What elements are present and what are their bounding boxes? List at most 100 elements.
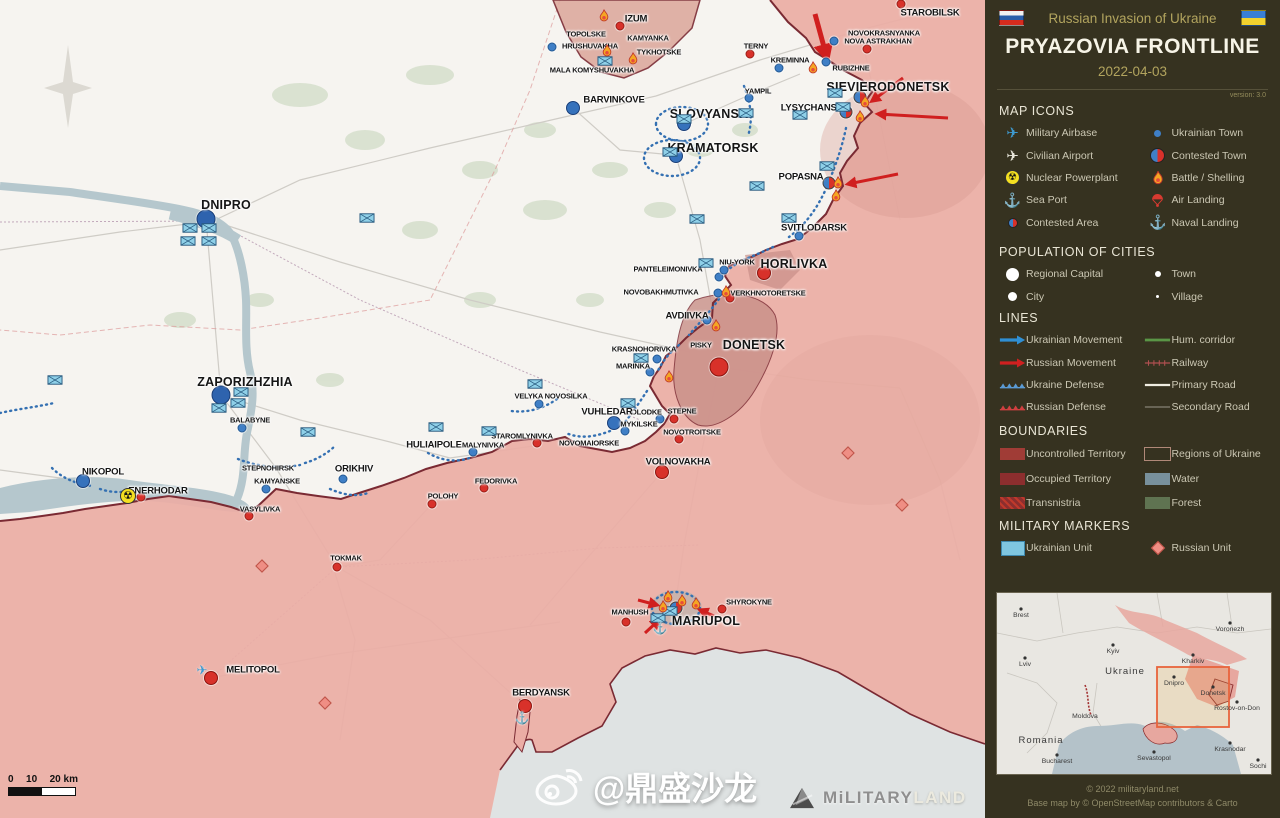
legend-item-label: Ukrainian Movement: [1026, 334, 1122, 346]
legend-sidebar: Russian Invasion of Ukraine PRYAZOVIA FR…: [985, 0, 1280, 818]
legend-item-label: Village: [1171, 291, 1202, 303]
legend-row: Ukrainian Movement: [999, 329, 1144, 351]
legend-item-label: Air Landing: [1171, 194, 1224, 206]
inset-city-dot: [1111, 643, 1114, 646]
militaryland-logo: MiLITARYLAND: [788, 786, 967, 810]
city-label: HULIAIPOLE: [406, 440, 462, 451]
naval-landing-icon: ⚓: [1144, 214, 1171, 231]
inset-city-dot: [1055, 753, 1058, 756]
railway-icon: [1144, 358, 1171, 368]
ukrainian-unit-marker: [820, 161, 835, 171]
city-label: SIEVIERODONETSK: [826, 80, 949, 94]
inset-label: Donetsk: [1201, 690, 1227, 697]
ukrainian-unit-marker: [429, 422, 444, 432]
legend-row: City: [999, 285, 1144, 307]
map-credits: © 2022 militaryland.net Base map by © Op…: [985, 782, 1280, 810]
city-label: VASYLIVKA: [240, 505, 281, 514]
scale-bar: 0 10 20 km: [8, 774, 78, 796]
legend-item-label: Russian Unit: [1171, 542, 1231, 554]
map-title: PRYAZOVIA FRONTLINE: [985, 35, 1280, 59]
city-label: VUHLEDAR: [581, 407, 632, 418]
legend-item-label: Nuclear Powerplant: [1026, 172, 1118, 184]
inset-label: Krasnodar: [1214, 746, 1246, 753]
battle-shelling-marker: [628, 52, 639, 65]
city-dot-balabyne: [238, 424, 247, 433]
ukrainian-unit-marker: [181, 236, 196, 246]
ua-defense-icon: [999, 380, 1026, 390]
legend-item-label: Town: [1171, 268, 1196, 280]
pryazovia-frontline-map-image: STAROBILSKIZUMTOPOLSKEKAMYANKATYKHOTSKEH…: [0, 0, 1280, 818]
inset-label: Moldova: [1072, 713, 1098, 720]
russian-unit-marker: [318, 696, 333, 711]
legend-row: Air Landing: [1144, 189, 1272, 211]
city-label: MALA KOMYSHUVAKHA: [550, 66, 635, 75]
inset-label: Ukraine: [1105, 666, 1145, 677]
city-dot-stepne: [670, 415, 679, 424]
scale-10: 10: [26, 774, 37, 785]
brand-land: LAND: [913, 788, 966, 807]
city-dot-rubizhne: [822, 58, 831, 67]
legend-row: Ukrainian Town: [1144, 122, 1272, 144]
inset-label: Rostov-on-Don: [1214, 705, 1260, 712]
city-dot-shyrokyne: [718, 605, 727, 614]
city-label: TYKHOTSKE: [637, 48, 681, 57]
ru-defense-icon: [999, 402, 1026, 412]
city-label: BALABYNE: [230, 416, 270, 425]
inset-focus-rect: [1157, 667, 1229, 727]
inset-label: Lviv: [1019, 661, 1032, 668]
ukraine-overview-inset: BrestVoronezhKyivKharkivLvivUkraineDnipr…: [996, 592, 1272, 775]
city-label: POPASNA: [779, 172, 824, 183]
legend-row: Ukrainian Unit: [999, 537, 1144, 559]
russian-unit-marker: [255, 559, 270, 574]
legend-row: Ukraine Defense: [999, 374, 1144, 396]
nuclear-powerplant-marker: ☢: [120, 488, 136, 504]
ukrainian-unit-marker: [634, 353, 649, 363]
sw-occupied-icon: [999, 473, 1026, 485]
battle-shelling-marker: [711, 319, 722, 332]
weibo-watermark: @鼎盛沙龙: [533, 762, 757, 810]
legend-item-label: Occupied Territory: [1026, 473, 1111, 485]
city-label: KAMYANKA: [627, 34, 668, 43]
legend-row: Secondary Road: [1144, 396, 1272, 418]
sea-port-icon: ⚓: [999, 192, 1026, 209]
legend-item-label: Transnistria: [1026, 497, 1080, 509]
city-label: VOLNOVAKHA: [646, 457, 711, 468]
legend-row: ⚓Naval Landing: [1144, 212, 1272, 234]
legend-item-label: Primary Road: [1171, 379, 1235, 391]
ua-movement-icon: [999, 335, 1026, 345]
legend-row: Russian Unit: [1144, 537, 1272, 559]
battle-shelling-marker: [599, 9, 610, 22]
city-dot-terny: [746, 50, 755, 59]
legend-item-label: Secondary Road: [1171, 401, 1249, 413]
watermark-text: @鼎盛沙龙: [593, 762, 757, 810]
city-label: VELYKA NOVOSILKA: [515, 392, 588, 401]
sw-uncontrolled-icon: [999, 448, 1026, 460]
city-label: PISKY: [690, 341, 712, 350]
ukrainian-unit-marker: [360, 213, 375, 223]
ukrainian-unit-marker: [677, 114, 692, 124]
ukrainian-town-icon: [1144, 130, 1171, 137]
battle-shelling-marker: [602, 44, 613, 57]
city-label: LYSYCHANSK: [781, 103, 844, 114]
city-dot-vuhledar: [607, 416, 621, 430]
legend-item-label: Civilian Airport: [1026, 150, 1093, 162]
inset-city-dot: [1019, 607, 1022, 610]
city-label: NIU-YORK: [719, 258, 754, 267]
section-title: POPULATION OF CITIES: [999, 245, 1272, 259]
inset-label: Romania: [1018, 735, 1063, 746]
inset-city-dot: [1211, 685, 1214, 688]
basemap-credit: Base map by © OpenStreetMap contributors…: [985, 796, 1280, 810]
scale-0: 0: [8, 774, 14, 785]
city-label: KAMYANSKE: [254, 477, 300, 486]
sea-port-marker: ⚓: [653, 622, 668, 634]
battle-shelling-marker: [664, 370, 675, 383]
legend-item-label: Sea Port: [1026, 194, 1067, 206]
city-label: STAROBILSK: [900, 8, 959, 19]
legend-row: ☢Nuclear Powerplant: [999, 167, 1144, 189]
city-dot-niu-york: [720, 266, 729, 275]
city-label: FEDORIVKA: [475, 477, 517, 486]
legend-row: Forest: [1144, 491, 1272, 515]
military-airbase-marker: ✈: [197, 664, 208, 677]
city-label: MALYNIVKA: [462, 441, 504, 450]
ukrainian-unit-marker: [231, 398, 246, 408]
